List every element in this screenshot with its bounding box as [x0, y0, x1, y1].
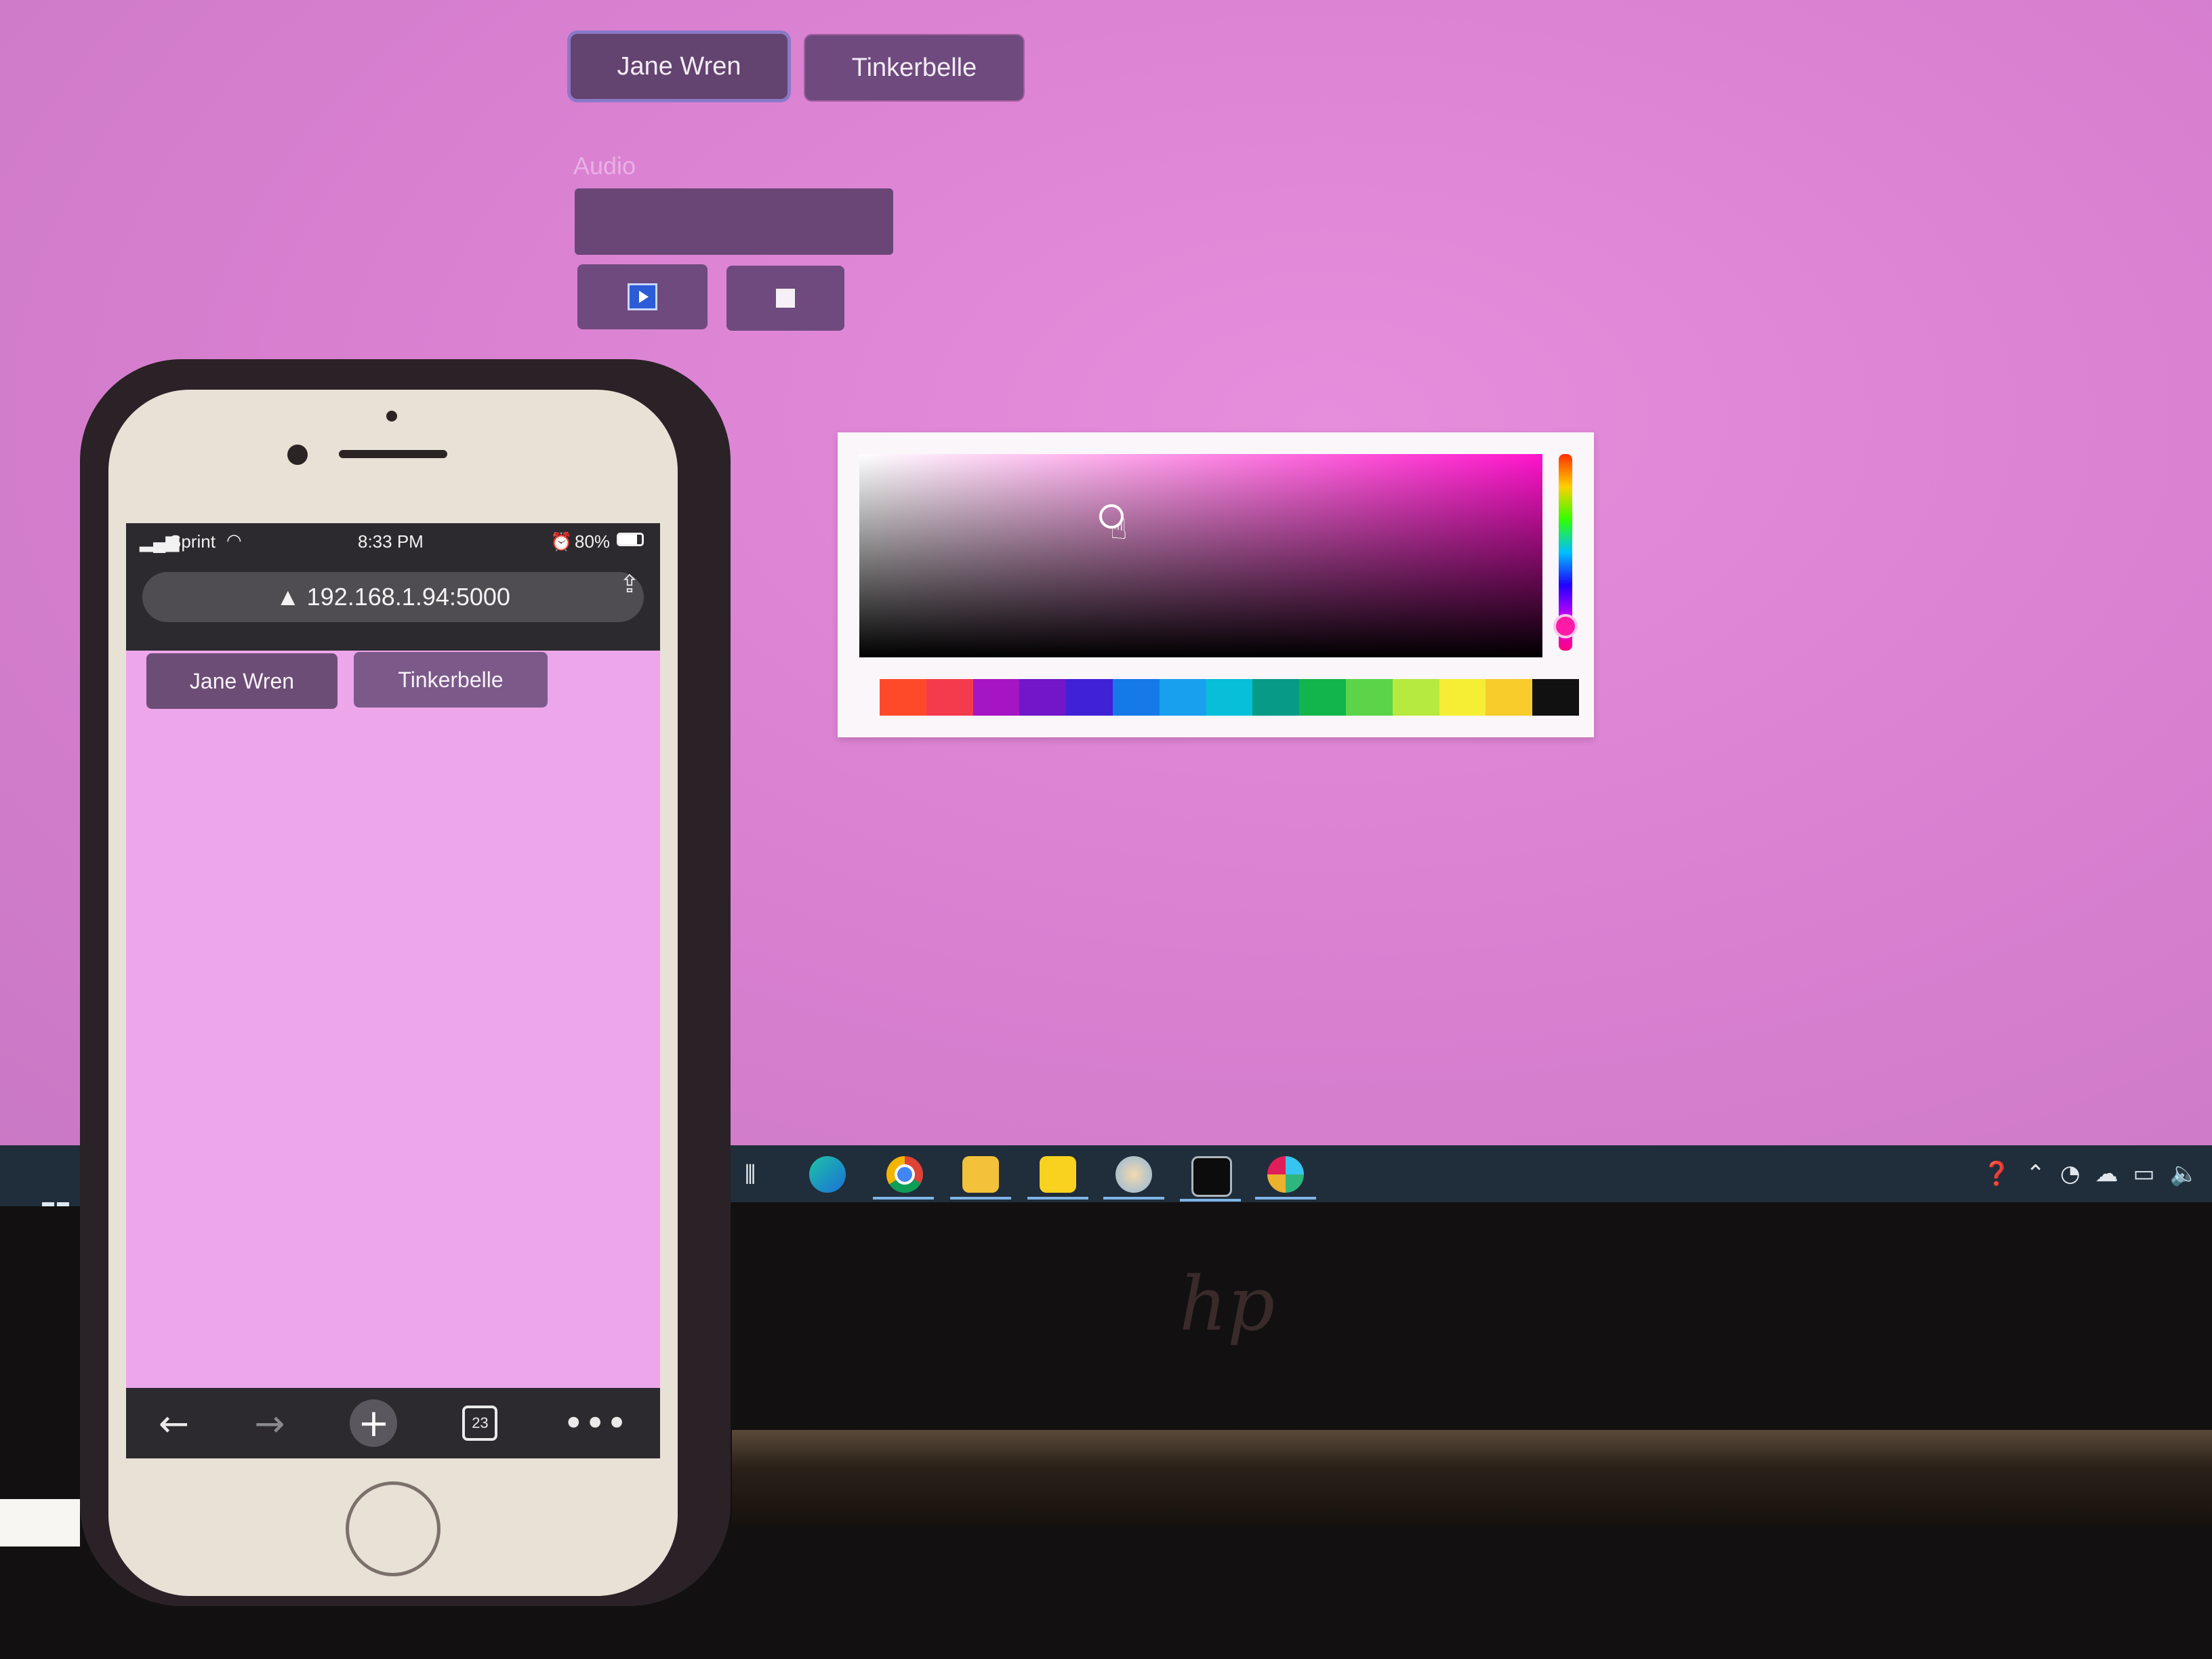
phone-screen: ▂▄▆ Sprint ◠ 8:33 PM ⏰ 80% ▲ 192.168.1.9… — [126, 523, 660, 1458]
carrier-label: Sprint — [169, 531, 216, 552]
phone-user-button-tinkerbelle[interactable]: Tinkerbelle — [354, 652, 548, 708]
hp-logo: hp — [1179, 1261, 1275, 1347]
color-swatch[interactable] — [1159, 679, 1206, 716]
hand-pointer-icon: ☝ — [1110, 512, 1128, 546]
more-menu-icon[interactable]: ••• — [562, 1402, 628, 1445]
color-picker: ☝ — [838, 432, 1594, 737]
light-glare — [0, 1499, 80, 1547]
color-swatch[interactable] — [1019, 679, 1067, 716]
audio-label: Audio — [573, 152, 636, 180]
monitor-stand — [732, 1430, 2212, 1525]
home-button[interactable] — [346, 1481, 441, 1576]
forward-arrow-icon[interactable]: → — [254, 1402, 285, 1445]
saturation-value-area[interactable]: ☝ — [859, 454, 1542, 657]
color-swatch[interactable] — [1206, 679, 1253, 716]
paint-icon[interactable] — [1103, 1156, 1164, 1200]
wifi-status-icon: ◠ — [226, 530, 242, 550]
address-input[interactable]: ▲ 192.168.1.94:5000 — [142, 572, 644, 622]
back-arrow-icon[interactable]: ← — [159, 1402, 189, 1445]
color-swatch[interactable] — [1299, 679, 1346, 716]
phone-status-bar: ▂▄▆ Sprint ◠ 8:33 PM ⏰ 80% — [126, 523, 660, 560]
battery-icon[interactable]: ▭ — [2133, 1160, 2155, 1187]
user-button-tinkerbelle[interactable]: Tinkerbelle — [805, 35, 1023, 100]
browser-toolbar: ← → + 23 ••• — [126, 1388, 660, 1458]
file-explorer-icon[interactable] — [950, 1156, 1011, 1200]
user-button-jane-wren[interactable]: Jane Wren — [571, 34, 787, 99]
color-swatch[interactable] — [1066, 679, 1113, 716]
alarm-icon: ⏰ — [550, 531, 573, 552]
color-swatch[interactable] — [1486, 679, 1533, 716]
phone-sensor — [386, 411, 397, 422]
hue-slider-thumb[interactable] — [1553, 614, 1578, 638]
color-swatch[interactable] — [880, 679, 926, 716]
play-button[interactable] — [577, 264, 708, 329]
slack-icon[interactable] — [1255, 1156, 1316, 1200]
clock-label: 8:33 PM — [358, 531, 424, 552]
share-icon[interactable]: ⇪ — [619, 571, 640, 598]
color-swatch[interactable] — [1532, 679, 1579, 716]
phone-camera — [287, 445, 308, 465]
edge-icon[interactable] — [809, 1156, 846, 1193]
chevron-up-icon[interactable]: ⌃ — [2026, 1160, 2045, 1187]
task-view-icon[interactable]: ⫴ — [732, 1156, 769, 1193]
chrome-icon[interactable] — [873, 1156, 934, 1200]
cloud-icon[interactable]: ☁ — [2095, 1160, 2118, 1187]
stop-icon — [776, 289, 795, 308]
tab-count-icon[interactable]: 23 — [462, 1406, 498, 1441]
stop-button[interactable] — [726, 266, 844, 331]
color-swatch[interactable] — [1439, 679, 1486, 716]
new-tab-icon[interactable]: + — [350, 1399, 398, 1447]
color-swatches — [880, 679, 1579, 716]
audio-input[interactable] — [575, 188, 893, 255]
color-swatch[interactable] — [1392, 679, 1439, 716]
phone-user-button-jane-wren[interactable]: Jane Wren — [146, 653, 337, 709]
system-tray: ❓ ⌃ ◔ ☁ ▭ 🔈 — [1982, 1155, 2198, 1193]
terminal-icon[interactable] — [1180, 1156, 1241, 1202]
phone-speaker — [339, 450, 447, 458]
play-icon — [628, 283, 657, 310]
color-swatch[interactable] — [926, 679, 973, 716]
battery-percent: 80% — [575, 531, 611, 552]
color-swatch[interactable] — [972, 679, 1020, 716]
phone-battery-icon — [617, 533, 644, 546]
browser-url-bar: ▲ 192.168.1.94:5000 ⇪ — [126, 560, 660, 651]
color-swatch[interactable] — [1345, 679, 1393, 716]
speaker-icon[interactable]: 🔈 — [2170, 1160, 2198, 1187]
wifi-icon[interactable]: ◔ — [2060, 1160, 2081, 1187]
color-swatch[interactable] — [1112, 679, 1160, 716]
help-icon[interactable]: ❓ — [1982, 1160, 2011, 1187]
sticky-notes-icon[interactable] — [1027, 1156, 1088, 1200]
color-swatch[interactable] — [1252, 679, 1300, 716]
